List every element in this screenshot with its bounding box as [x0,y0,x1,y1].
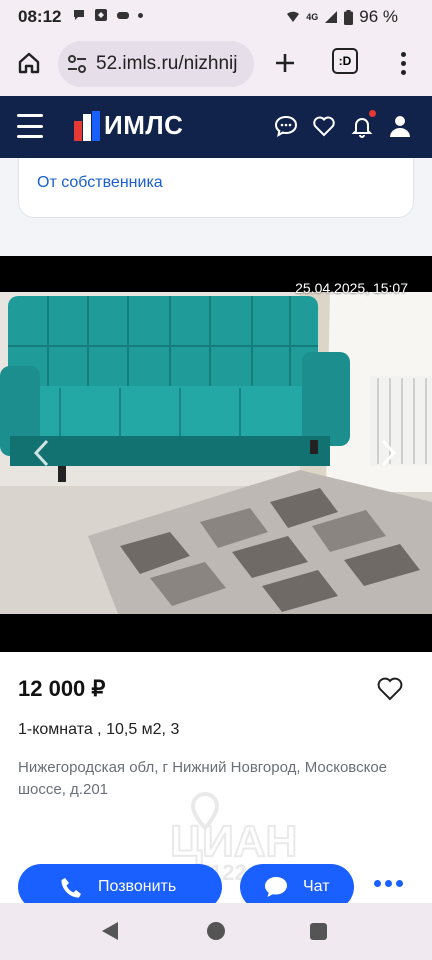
tab-switcher-button[interactable]: :D [332,48,358,74]
back-triangle-icon[interactable] [102,922,118,940]
favorites-icon[interactable] [312,113,336,139]
header-actions [274,110,412,139]
more-options-button[interactable] [374,880,403,887]
network-type: 4G [306,12,319,22]
site-logo[interactable]: ИМЛС [74,110,183,141]
hamburger-menu-icon[interactable] [17,114,43,138]
browser-toolbar: 52.imls.ru/nizhnij :D [0,34,432,96]
battery-icon [344,9,354,25]
chat-bubble-icon [265,877,287,897]
notification-icons [72,8,143,22]
more-notifications-dot [138,12,143,18]
svg-text:ЦИАН: ЦИАН [170,817,297,866]
gallery-prev-arrow-icon[interactable] [32,438,50,474]
battery-level: 96 % [359,7,398,26]
sofa [0,296,350,482]
phone-icon [61,878,81,898]
recents-square-icon[interactable] [310,923,327,940]
seller-type-link[interactable]: От собственника [37,174,163,192]
kebab-icon [400,51,406,57]
status-time: 08:12 [18,7,62,26]
notification-badge [369,110,376,117]
add-to-favorites-button[interactable] [376,676,404,702]
logo-text: ИМЛС [104,110,184,140]
wifi-icon [287,11,300,22]
heart-icon [377,677,403,701]
site-header: ИМЛС [0,96,432,158]
browser-menu-button[interactable] [388,46,418,80]
photo-date: 25.04.2025, 15:07 [295,280,408,296]
plus-icon [276,54,294,72]
photo-gallery[interactable]: 25.04.2025, 15:07 [0,256,432,652]
status-bar: 08:12 4G 96 % [0,0,432,34]
seller-card: От собственника [18,158,414,218]
notifications-bell-icon[interactable] [350,110,376,139]
site-settings-icon [68,55,86,73]
logo-mark-icon [74,110,100,141]
address-bar[interactable]: 52.imls.ru/nizhnij [58,41,254,87]
status-right: 4G 96 % [286,7,398,27]
call-button-label: Позвонить [98,878,177,895]
browser-home-button[interactable] [12,46,46,80]
home-circle-icon[interactable] [207,922,225,940]
listing-price: 12 000 ₽ [18,676,106,701]
chat-button-label: Чат [303,878,330,895]
messages-icon[interactable] [274,113,298,139]
gallery-next-arrow-icon[interactable] [380,438,398,474]
new-tab-button[interactable] [268,46,302,80]
listing-photo [0,256,432,652]
system-nav-bar [0,903,432,960]
listing-title: 1-комната , 10,5 м2, 3 [18,721,180,738]
chat-bubble-icon [74,10,84,20]
signal-icon [325,11,338,23]
url-text[interactable]: 52.imls.ru/nizhnij [96,53,238,75]
gamepad-icon [117,12,129,19]
app-notification-icon [95,9,107,21]
home-icon [18,52,40,74]
profile-icon[interactable] [388,113,412,139]
more-dots-icon [374,880,381,887]
